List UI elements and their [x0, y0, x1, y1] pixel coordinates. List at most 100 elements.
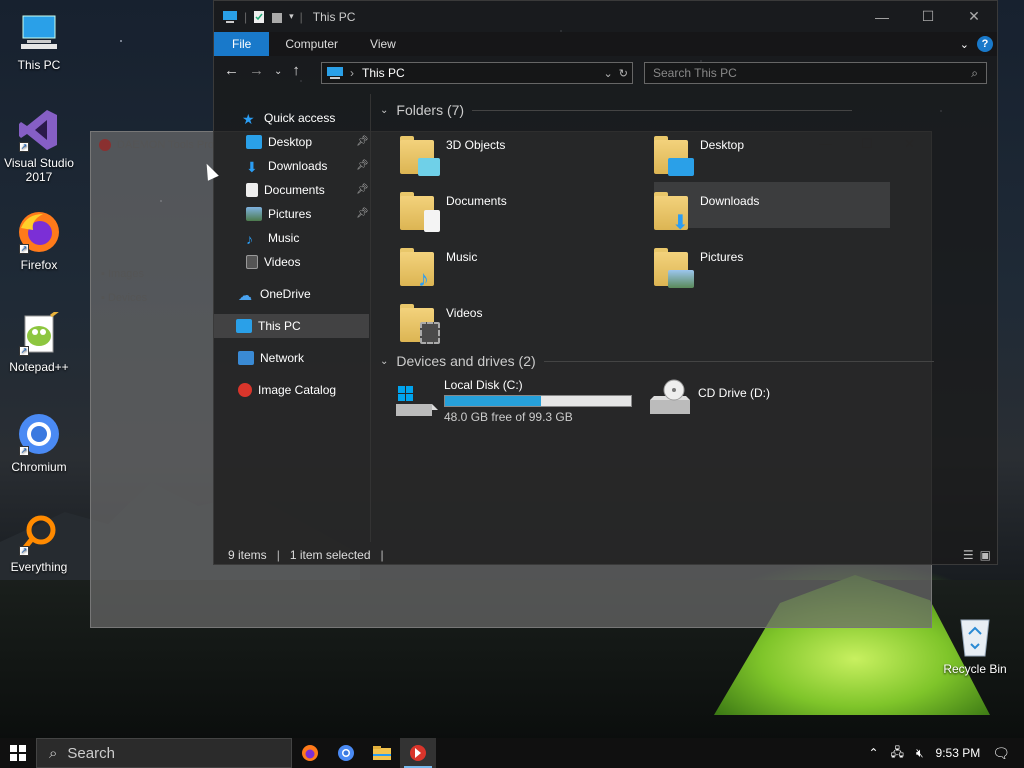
desktop-folder-icon	[246, 135, 262, 149]
minimize-button[interactable]: —	[859, 1, 905, 32]
volume-muted-icon[interactable]: 🔇︎	[916, 746, 924, 761]
nav-item-pictures[interactable]: Pictures	[246, 202, 311, 226]
network-icon[interactable]: 🖧︎	[891, 743, 904, 764]
address-dropdown-icon[interactable]: ⌄	[603, 68, 612, 80]
folder-icon	[654, 134, 694, 176]
address-row: ← → ⌄ ↑ › This PC ⌄ ↻ Search This PC ⌕	[214, 60, 997, 86]
pin-icon: 📌︎	[356, 160, 369, 171]
breadcrumb[interactable]: This PC	[362, 66, 405, 80]
expand-ribbon-icon[interactable]: ⌄	[960, 38, 969, 51]
taskbar-file-explorer[interactable]	[364, 738, 400, 768]
file-explorer-icon	[373, 746, 391, 760]
document-icon	[424, 210, 440, 232]
tab-view[interactable]: View	[354, 37, 412, 51]
daemon-side-item-images[interactable]: ▪ Images	[101, 262, 147, 286]
folder-desktop[interactable]: Desktop	[654, 134, 744, 176]
help-icon[interactable]: ?	[977, 36, 993, 52]
address-bar[interactable]: › This PC ⌄ ↻	[321, 62, 633, 84]
drive-local-disk-c[interactable]: Local Disk (C:) 48.0 GB free of 99.3 GB	[394, 378, 632, 424]
content-pane: ⌄ Folders (7) 3D Objects Desktop Documen…	[372, 94, 997, 542]
taskbar-firefox[interactable]	[292, 738, 328, 768]
film-icon	[246, 255, 258, 269]
up-button[interactable]: ↑	[292, 62, 300, 82]
tab-file[interactable]: File	[214, 32, 270, 56]
chevron-down-icon: ⌄	[380, 355, 389, 367]
refresh-icon[interactable]: ↻	[619, 68, 628, 80]
download-arrow-icon: ⬇	[246, 159, 258, 175]
folder-documents[interactable]: Documents	[400, 190, 507, 232]
search-input[interactable]: Search This PC ⌕	[644, 62, 987, 84]
nav-item-downloads[interactable]: ⬇ Downloads	[246, 154, 327, 178]
forward-button[interactable]: →	[249, 62, 264, 82]
nav-item-documents[interactable]: Documents	[246, 178, 325, 202]
action-center-icon[interactable]: 🗨︎	[992, 745, 1010, 762]
drives-section-header[interactable]: ⌄ Devices and drives (2)	[380, 353, 934, 369]
recent-locations-button[interactable]: ⌄	[274, 62, 282, 82]
folder-music[interactable]: ♪ Music	[400, 246, 477, 290]
folder-pictures[interactable]: Pictures	[654, 246, 743, 288]
customize-qa-icon[interactable]: ▾	[289, 11, 294, 22]
daemon-tools-icon	[410, 745, 426, 761]
close-button[interactable]: ✕	[951, 1, 997, 32]
folder-icon: ⬇	[654, 190, 690, 233]
folder-videos[interactable]: Videos	[400, 302, 482, 344]
desktop-icon-recycle-bin[interactable]: Recycle Bin	[939, 614, 1011, 676]
nav-item-this-pc[interactable]: This PC	[214, 314, 369, 338]
daemon-tools-icon	[99, 139, 111, 151]
desktop-icon-everything[interactable]: ↗ Everything	[3, 512, 75, 574]
taskbar-daemon-tools[interactable]	[400, 738, 436, 768]
taskbar-search-box[interactable]: ⌕ Search	[36, 738, 292, 768]
nav-item-onedrive[interactable]: ☁ OneDrive	[238, 282, 311, 306]
details-view-icon[interactable]: ☰	[963, 548, 974, 562]
properties-icon[interactable]	[253, 10, 265, 24]
desktop-icon-visual-studio[interactable]: ↗ Visual Studio 2017	[3, 108, 75, 184]
cd-drive-icon	[648, 378, 692, 416]
desktop-folder-icon	[668, 158, 694, 176]
nav-item-desktop[interactable]: Desktop	[246, 130, 312, 154]
status-selection: 1 item selected	[289, 548, 371, 562]
daemon-side-item-devices[interactable]: ▪ Devices	[101, 286, 147, 310]
file-explorer-window[interactable]: | ▾ | This PC — ☐ ✕ File Computer View ⌄…	[213, 0, 998, 565]
firefox-icon	[302, 745, 318, 761]
nav-item-videos[interactable]: Videos	[246, 250, 300, 274]
start-button[interactable]	[0, 738, 36, 768]
desktop-icon-chromium[interactable]: ↗ Chromium	[3, 412, 75, 474]
windows-logo-icon	[10, 745, 26, 761]
desktop-icon-firefox[interactable]: ↗ Firefox	[3, 210, 75, 272]
navigation-pane: ★ Quick access Desktop 📌︎ ⬇ Downloads 📌︎…	[214, 94, 371, 542]
folder-icon	[400, 190, 440, 232]
folders-section-header[interactable]: ⌄ Folders (7)	[380, 102, 853, 118]
disk-usage-bar	[444, 395, 632, 407]
film-icon	[420, 322, 440, 344]
document-icon	[246, 183, 258, 197]
tab-computer[interactable]: Computer	[269, 37, 354, 51]
back-button[interactable]: ←	[224, 62, 239, 82]
nav-item-quick-access[interactable]: ★ Quick access	[242, 106, 335, 130]
large-icons-view-icon[interactable]: ▣	[980, 548, 991, 562]
download-arrow-icon: ⬇	[672, 212, 689, 234]
folder-icon	[400, 134, 440, 176]
nav-item-network[interactable]: Network	[238, 346, 304, 370]
taskbar: ⌕ Search ⌃ 🖧︎ 🔇︎ 9:53 PM 🗨︎	[0, 738, 1024, 768]
pin-icon: 📌︎	[356, 136, 369, 147]
breadcrumb-separator-icon: ›	[350, 66, 354, 80]
folder-downloads-selected[interactable]: ⬇ Downloads	[654, 182, 890, 233]
drive-cd-d[interactable]: CD Drive (D:)	[648, 378, 770, 416]
desktop-icon-this-pc[interactable]: This PC	[3, 10, 75, 72]
folder-3d-objects[interactable]: 3D Objects	[400, 134, 505, 176]
pictures-icon	[668, 270, 694, 288]
taskbar-chromium[interactable]	[328, 738, 364, 768]
new-folder-icon[interactable]	[271, 10, 283, 24]
desktop-icon-notepadpp[interactable]: ↗ Notepad++	[3, 308, 75, 374]
chevron-up-icon[interactable]: ⌃	[869, 746, 879, 760]
hard-drive-icon	[394, 378, 438, 416]
cube-icon	[418, 158, 440, 176]
clock[interactable]: 9:53 PM	[936, 746, 981, 760]
pictures-icon	[246, 207, 262, 221]
nav-item-music[interactable]: ♪ Music	[246, 226, 299, 250]
computer-icon	[223, 10, 237, 23]
disk-usage-fill	[445, 396, 542, 406]
nav-item-image-catalog[interactable]: Image Catalog	[238, 378, 336, 402]
cloud-icon: ☁	[238, 287, 252, 303]
maximize-button[interactable]: ☐	[905, 1, 951, 32]
